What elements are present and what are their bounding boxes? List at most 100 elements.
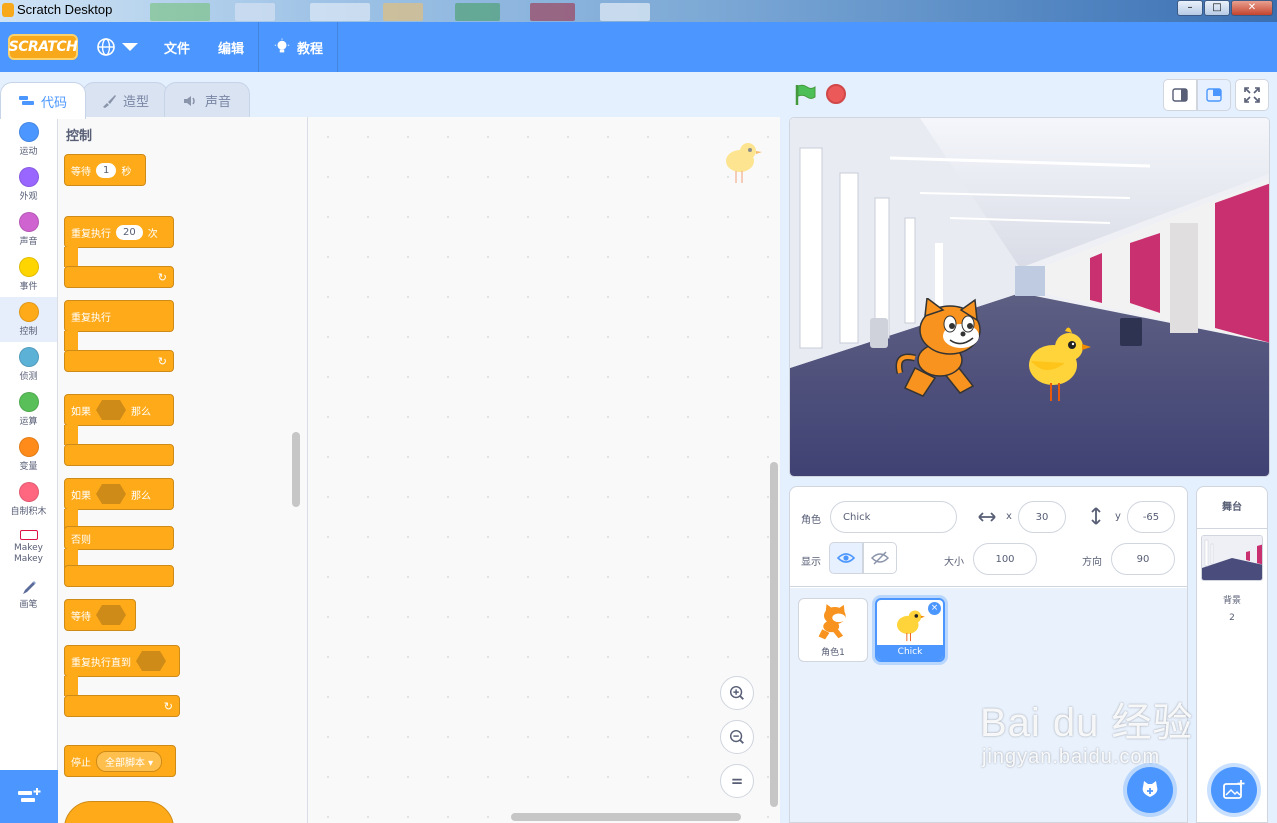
zoom-in-icon: [729, 685, 744, 700]
block-text: 等待: [71, 166, 91, 178]
block-dropdown[interactable]: 全部脚本 ▾: [96, 750, 163, 772]
x-position-input[interactable]: 30: [1018, 501, 1066, 533]
block-wait-seconds[interactable]: 等待 1 秒: [64, 154, 146, 186]
taskbar-thumb: [383, 3, 423, 21]
fullscreen-icon: [1244, 87, 1260, 103]
hide-sprite-button[interactable]: [863, 542, 897, 574]
small-stage-button[interactable]: [1163, 79, 1197, 111]
tab-label: 声音: [205, 95, 232, 110]
add-backdrop-button[interactable]: [1211, 767, 1257, 813]
delete-sprite-icon[interactable]: ×: [928, 602, 941, 615]
zoom-out-button[interactable]: [720, 720, 754, 754]
category-operators[interactable]: 运算: [0, 387, 57, 432]
category-sound[interactable]: 声音: [0, 207, 57, 252]
block-boolean-slot[interactable]: [96, 400, 126, 420]
category-control[interactable]: 控制: [0, 297, 57, 342]
eye-slash-icon: [871, 551, 889, 565]
block-repeat-until[interactable]: 重复执行直到 ↻: [64, 645, 180, 720]
block-wait-until[interactable]: 等待: [64, 599, 136, 631]
script-horizontal-scrollbar[interactable]: [511, 813, 741, 821]
block-arm: [64, 425, 78, 445]
window-title: Scratch Desktop: [17, 2, 113, 17]
code-icon: [19, 96, 34, 105]
chick-sprite[interactable]: [1025, 323, 1091, 403]
add-extension-button[interactable]: [0, 770, 58, 823]
menu-bar: SCRATCH 文件 编辑 教程: [0, 22, 1277, 72]
block-stop[interactable]: 停止 全部脚本 ▾: [64, 745, 176, 777]
normal-stage-icon: [1206, 88, 1222, 102]
maximize-button[interactable]: □: [1204, 0, 1230, 16]
language-menu[interactable]: [78, 37, 150, 57]
tutorials-menu[interactable]: 教程: [259, 22, 337, 72]
block-number-input[interactable]: 20: [116, 224, 143, 240]
block-forever[interactable]: 重复执行 ↻: [64, 300, 174, 375]
block-boolean-slot[interactable]: [96, 484, 126, 504]
stage-target-pane[interactable]: 舞台 背景 2: [1196, 486, 1268, 823]
direction-input[interactable]: 90: [1111, 543, 1175, 575]
sprite-name-input[interactable]: Chick: [830, 501, 957, 533]
palette-scrollbar[interactable]: [292, 432, 300, 507]
category-sensing[interactable]: 侦测: [0, 342, 57, 387]
show-sprite-button[interactable]: [829, 542, 863, 574]
zoom-in-button[interactable]: [720, 676, 754, 710]
zoom-reset-button[interactable]: =: [720, 764, 754, 798]
add-sprite-button[interactable]: [1127, 767, 1173, 813]
normal-stage-button[interactable]: [1197, 79, 1231, 111]
block-text: 如果: [71, 406, 91, 418]
direction-label: 方向: [1082, 557, 1102, 568]
block-if-then[interactable]: 如果 那么: [64, 394, 174, 469]
lightbulb-icon: [274, 38, 290, 53]
editor-tabs: 代码 造型 声音: [0, 82, 251, 119]
y-label: y: [1115, 511, 1121, 522]
category-motion[interactable]: 运动: [0, 117, 57, 162]
sprite-tile-cat[interactable]: 角色1: [798, 598, 868, 662]
stage-pane-title: 舞台: [1197, 487, 1267, 529]
scratch-logo[interactable]: SCRATCH: [8, 34, 78, 60]
category-my-blocks[interactable]: 自制积木: [0, 477, 57, 522]
tab-costumes[interactable]: 造型: [82, 82, 169, 118]
block-repeat[interactable]: 重复执行 20 次 ↻: [64, 216, 174, 291]
block-if-else[interactable]: 如果 那么 否则: [64, 478, 174, 588]
category-menu: 运动 外观 声音 事件 控制 侦测 运算 变量 自制积木 Makey Makey…: [0, 117, 58, 770]
block-number-input[interactable]: 1: [96, 162, 117, 178]
block-text: 次: [147, 228, 158, 240]
block-boolean-slot[interactable]: [96, 605, 126, 625]
category-pen[interactable]: 画笔: [0, 572, 57, 617]
category-variables[interactable]: 变量: [0, 432, 57, 477]
minimize-button[interactable]: –: [1177, 0, 1203, 16]
y-position-icon: [1091, 507, 1101, 525]
file-menu[interactable]: 文件: [150, 22, 204, 72]
category-dot: [18, 392, 39, 412]
category-events[interactable]: 事件: [0, 252, 57, 297]
category-label: 控制: [19, 327, 38, 337]
fullscreen-button[interactable]: [1235, 79, 1269, 111]
category-makey-makey[interactable]: Makey Makey: [0, 522, 57, 572]
tab-code[interactable]: 代码: [0, 82, 87, 119]
brush-icon: [103, 94, 117, 108]
block-text: 停止: [71, 757, 91, 769]
edit-menu[interactable]: 编辑: [204, 22, 258, 72]
tab-sounds[interactable]: 声音: [164, 82, 251, 118]
block-foot: ↻: [64, 695, 180, 717]
category-dot: [18, 167, 39, 187]
green-flag-icon[interactable]: [794, 84, 816, 106]
speaker-icon: [184, 95, 195, 106]
zoom-out-icon: [729, 729, 744, 744]
category-looks[interactable]: 外观: [0, 162, 57, 207]
block-palette: 控制 等待 1 秒 重复执行 20 次 ↻ 重复执行 ↻ 如果 那么 如果 那么…: [58, 117, 308, 823]
category-label: 外观: [19, 192, 38, 202]
block-boolean-slot[interactable]: [136, 651, 166, 671]
sprite-tile-chick[interactable]: × Chick: [875, 598, 945, 662]
stop-button[interactable]: [826, 84, 846, 104]
block-start-as-clone[interactable]: [64, 801, 174, 823]
taskbar-thumb: [235, 3, 275, 21]
block-text: 否则: [71, 534, 91, 546]
y-position-input[interactable]: -65: [1127, 501, 1175, 533]
tab-label: 代码: [41, 95, 68, 111]
stage[interactable]: [789, 117, 1270, 477]
script-vertical-scrollbar[interactable]: [770, 462, 778, 807]
close-button[interactable]: ✕: [1231, 0, 1273, 16]
size-input[interactable]: 100: [973, 543, 1037, 575]
cat-sprite[interactable]: [895, 298, 995, 403]
script-area[interactable]: =: [308, 117, 780, 823]
